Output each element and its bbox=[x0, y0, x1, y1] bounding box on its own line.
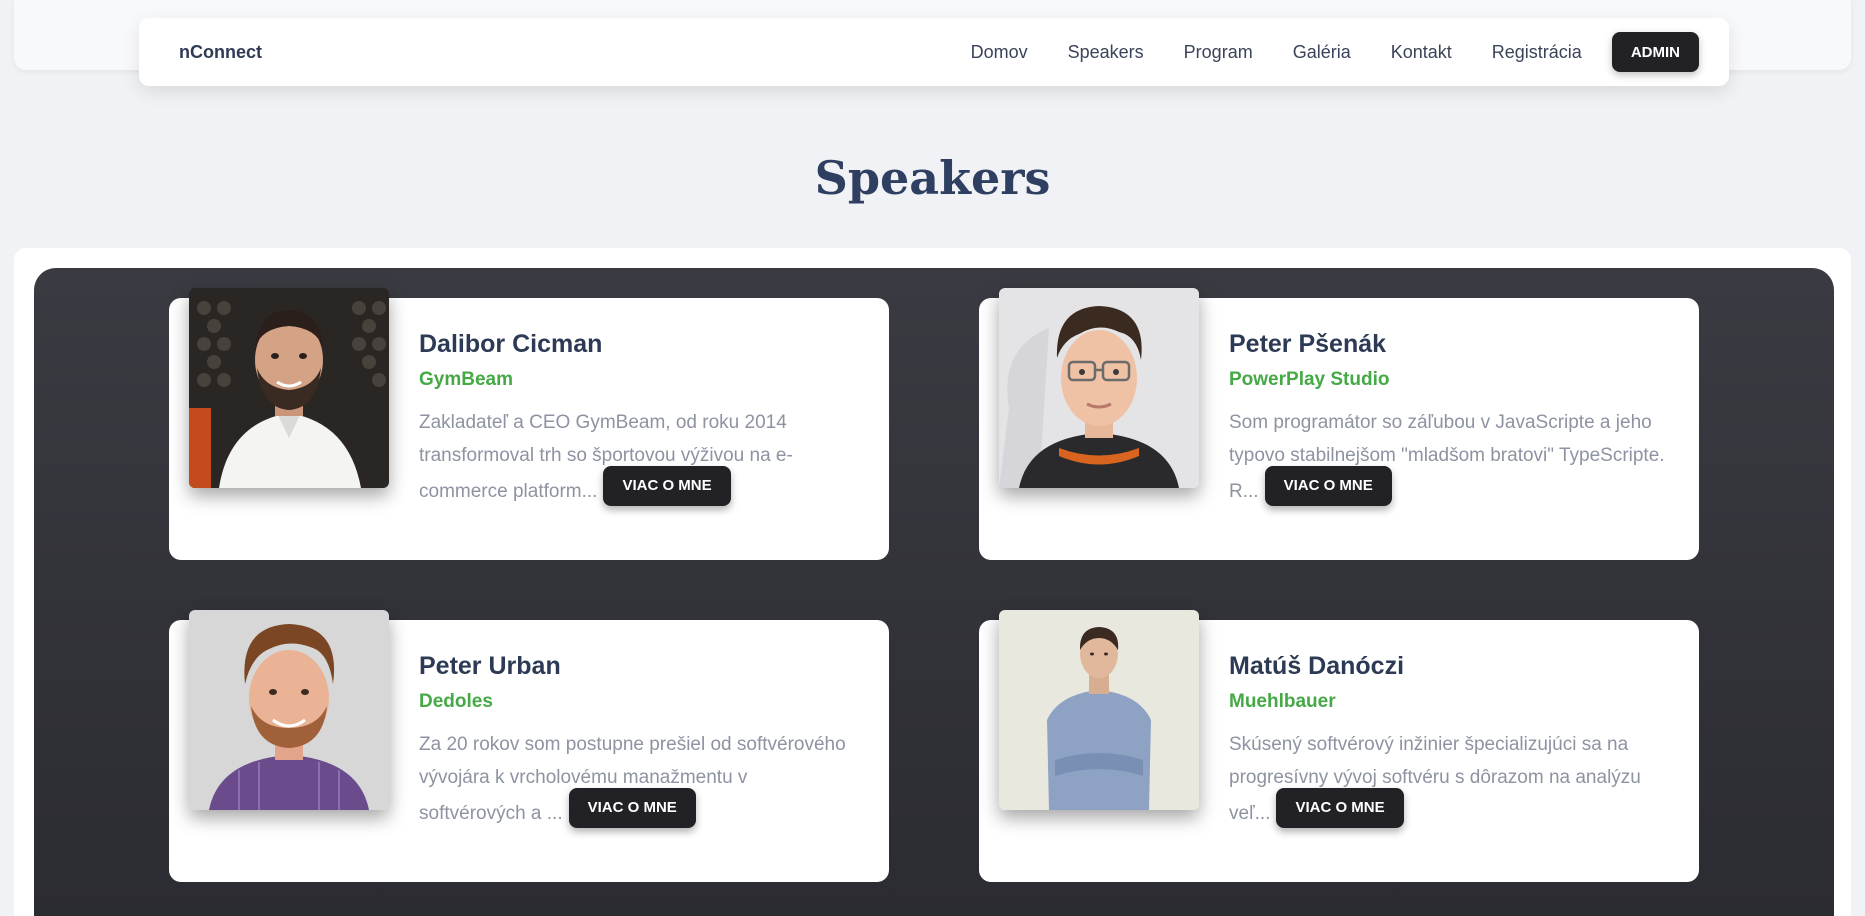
speaker-company: Muehlbauer bbox=[1229, 691, 1336, 712]
speaker-company: PowerPlay Studio bbox=[1229, 369, 1390, 390]
speaker-photo bbox=[189, 610, 389, 810]
speaker-info: Peter Pšenák PowerPlay Studio Som progra… bbox=[1229, 328, 1669, 512]
speaker-name: Peter Pšenák bbox=[1229, 330, 1387, 358]
speaker-card: Matúš Danóczi Muehlbauer Skúsený softvér… bbox=[979, 610, 1699, 882]
more-about-me-button[interactable]: VIAC O MNE bbox=[1264, 466, 1392, 506]
speaker-company: GymBeam bbox=[419, 369, 513, 390]
admin-button[interactable]: ADMIN bbox=[1611, 32, 1699, 72]
speaker-photo-image bbox=[189, 288, 389, 488]
speaker-photo bbox=[189, 288, 389, 488]
nav-link-speakers[interactable]: Speakers bbox=[1068, 42, 1144, 63]
more-about-me-button[interactable]: VIAC O MNE bbox=[603, 466, 731, 506]
speaker-photo bbox=[999, 288, 1199, 488]
speaker-name: Dalibor Cicman bbox=[419, 330, 603, 358]
speaker-photo-image bbox=[999, 288, 1199, 488]
more-about-me-button[interactable]: VIAC O MNE bbox=[568, 788, 696, 828]
speakers-panel: Dalibor Cicman GymBeam Zakladateľ a CEO … bbox=[34, 268, 1834, 916]
speaker-photo bbox=[999, 610, 1199, 810]
navbar: nConnect Domov Speakers Program Galéria … bbox=[139, 18, 1729, 86]
speaker-info: Dalibor Cicman GymBeam Zakladateľ a CEO … bbox=[419, 328, 859, 512]
speaker-card: Peter Pšenák PowerPlay Studio Som progra… bbox=[979, 288, 1699, 560]
speaker-info: Peter Urban Dedoles Za 20 rokov som post… bbox=[419, 650, 859, 834]
page-title: Speakers bbox=[814, 151, 1051, 205]
nav-link-kontakt[interactable]: Kontakt bbox=[1391, 42, 1452, 63]
nav-link-galeria[interactable]: Galéria bbox=[1293, 42, 1351, 63]
speaker-info: Matúš Danóczi Muehlbauer Skúsený softvér… bbox=[1229, 650, 1669, 834]
speaker-card: Dalibor Cicman GymBeam Zakladateľ a CEO … bbox=[169, 288, 889, 560]
speaker-photo-image bbox=[189, 610, 389, 810]
nav-link-program[interactable]: Program bbox=[1184, 42, 1253, 63]
speaker-description: Zakladateľ a CEO GymBeam, od roku 2014 t… bbox=[419, 406, 859, 512]
speaker-description: Som programátor so záľubou v JavaScripte… bbox=[1229, 406, 1669, 512]
speaker-name: Peter Urban bbox=[419, 652, 561, 680]
nav-links: Domov Speakers Program Galéria Kontakt R… bbox=[971, 18, 1699, 86]
nav-link-registracia[interactable]: Registrácia bbox=[1492, 42, 1582, 63]
nav-link-domov[interactable]: Domov bbox=[971, 42, 1028, 63]
brand-logo[interactable]: nConnect bbox=[179, 18, 262, 86]
speaker-card: Peter Urban Dedoles Za 20 rokov som post… bbox=[169, 610, 889, 882]
speaker-name: Matúš Danóczi bbox=[1229, 652, 1405, 680]
more-about-me-button[interactable]: VIAC O MNE bbox=[1276, 788, 1404, 828]
speaker-description: Za 20 rokov som postupne prešiel od soft… bbox=[419, 728, 859, 834]
speaker-description: Skúsený softvérový inžinier špecializujú… bbox=[1229, 728, 1669, 834]
speaker-company: Dedoles bbox=[419, 691, 493, 712]
speaker-photo-image bbox=[999, 610, 1199, 810]
